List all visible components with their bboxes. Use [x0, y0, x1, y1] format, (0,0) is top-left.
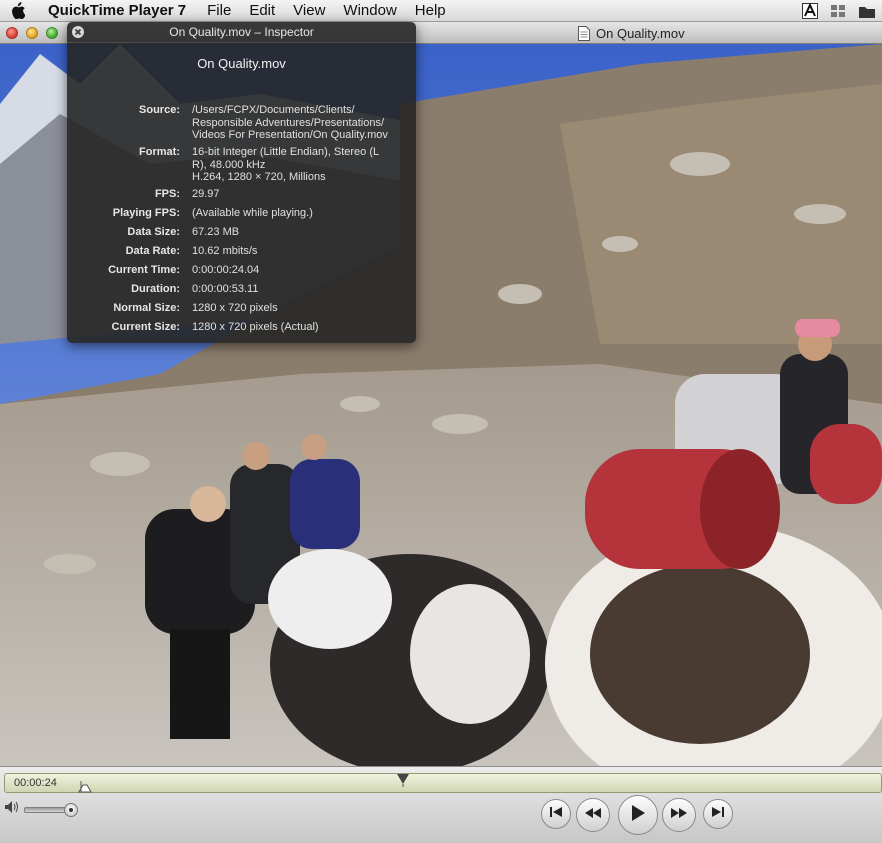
skip-to-start-icon — [549, 805, 563, 823]
volume-slider-knob[interactable] — [64, 802, 78, 817]
row-label: Playing FPS: — [112, 207, 180, 219]
timeline-scrubber[interactable]: 00:00:24 — [4, 773, 882, 793]
row-value: 0:00:00:53.11 — [192, 283, 259, 295]
row-value: (Available while playing.) — [192, 207, 313, 219]
window-title: On Quality.mov — [578, 22, 685, 44]
row-label: Format: — [139, 146, 180, 158]
rewind-button[interactable] — [576, 798, 610, 832]
inspector-panel: On Quality.mov – Inspector On Quality.mo… — [67, 22, 416, 343]
row-value: /Users/FCPX/Documents/Clients/ Responsib… — [192, 104, 410, 142]
row-label: Current Time: — [108, 264, 180, 276]
row-value: 0:00:00:24.04 — [192, 264, 260, 276]
fast-forward-button[interactable] — [662, 798, 696, 832]
menu-edit[interactable]: Edit — [240, 0, 284, 22]
in-point-marker-icon[interactable] — [78, 779, 92, 793]
font-menu-icon[interactable] — [802, 3, 818, 19]
document-icon — [578, 25, 590, 41]
row-label: Duration: — [131, 283, 180, 295]
row-label: Normal Size: — [113, 302, 180, 314]
window-zoom-button[interactable] — [46, 27, 58, 39]
playhead-icon[interactable] — [396, 773, 410, 792]
play-icon — [630, 804, 646, 827]
movie-controller: 00:00:24 — [0, 766, 882, 843]
rewind-icon — [584, 806, 602, 824]
fast-forward-icon — [670, 806, 688, 824]
menu-window[interactable]: Window — [334, 0, 405, 22]
menu-view[interactable]: View — [284, 0, 334, 22]
row-value: 1280 x 720 pixels (Actual) — [192, 321, 319, 333]
row-label: Data Size: — [127, 226, 180, 238]
row-value: 10.62 mbits/s — [192, 245, 258, 257]
menu-app-name[interactable]: QuickTime Player 7 — [42, 0, 198, 22]
skip-to-end-button[interactable] — [703, 799, 733, 829]
inspector-filename: On Quality.mov — [197, 56, 286, 71]
row-label: FPS: — [154, 188, 180, 200]
menu-bar: QuickTime Player 7 File Edit View Window… — [0, 0, 882, 22]
speaker-icon[interactable] — [4, 800, 20, 819]
skip-to-start-button[interactable] — [541, 799, 571, 829]
value-line: /Users/FCPX/Documents/Clients/ — [192, 104, 355, 116]
folder-icon[interactable] — [858, 4, 876, 19]
value-line: 16-bit Integer (Little Endian), Stereo (… — [192, 146, 380, 158]
window-title-text: On Quality.mov — [596, 25, 685, 41]
row-label: Data Rate: — [125, 245, 180, 257]
value-line: R), 48.000 kHz — [192, 158, 266, 171]
menu-file[interactable]: File — [198, 0, 240, 22]
row-label: Current Size: — [111, 321, 180, 333]
row-value: 16-bit Integer (Little Endian), Stereo (… — [192, 146, 410, 184]
inspector-title[interactable]: On Quality.mov – Inspector — [67, 22, 416, 43]
spaces-icon[interactable] — [830, 3, 846, 19]
row-value: 67.23 MB — [192, 226, 240, 238]
menu-help[interactable]: Help — [406, 0, 455, 22]
skip-to-end-icon — [711, 805, 725, 823]
timecode-display: 00:00:24 — [14, 777, 57, 789]
value-line: Videos For Presentation/On Quality.mov — [192, 129, 388, 141]
volume-control — [4, 800, 78, 819]
close-icon[interactable] — [71, 25, 85, 39]
window-minimize-button[interactable] — [26, 27, 38, 39]
row-value: 29.97 — [192, 188, 220, 200]
row-label: Source: — [139, 104, 180, 116]
play-button[interactable] — [618, 795, 658, 835]
apple-logo-icon[interactable] — [10, 2, 28, 20]
window-close-button[interactable] — [6, 27, 18, 39]
menu-extras — [802, 0, 876, 22]
value-line: H.264, 1280 × 720, Millions — [192, 171, 326, 183]
row-value: 1280 x 720 pixels — [192, 302, 278, 314]
value-line: Responsible Adventures/Presentations/ — [192, 116, 385, 129]
